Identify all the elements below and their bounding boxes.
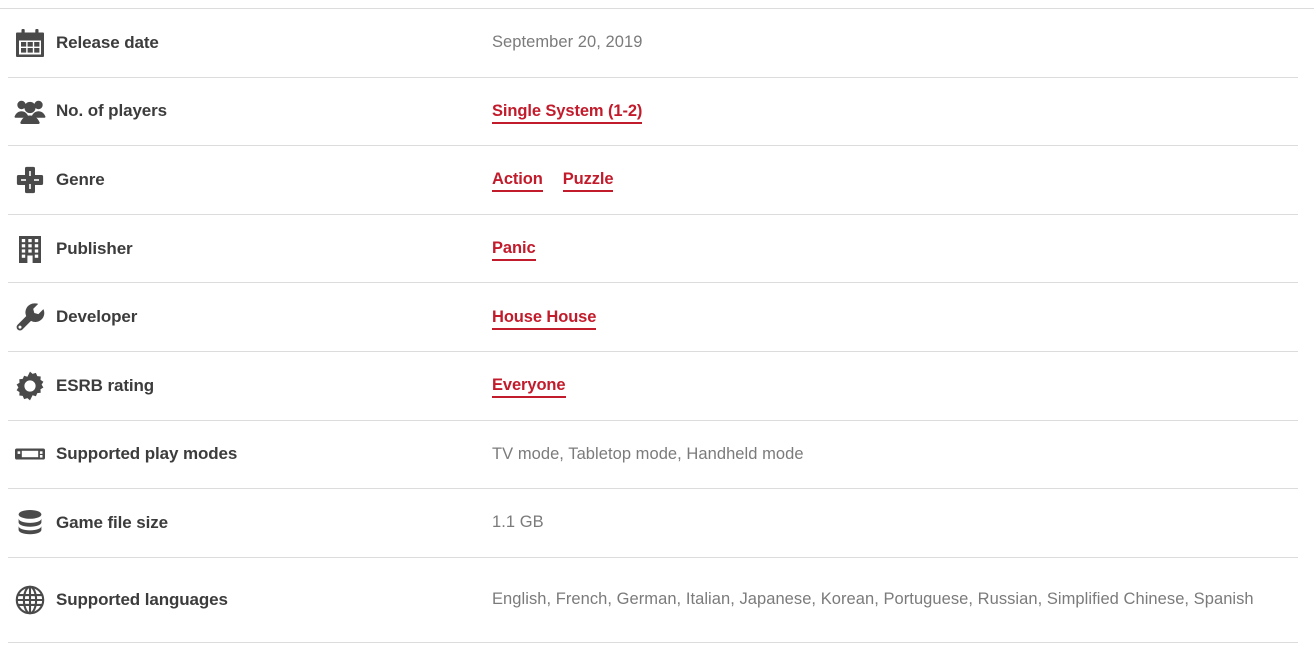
spec-link[interactable]: Action — [492, 170, 543, 193]
spec-value: September 20, 2019 — [492, 33, 643, 52]
spec-value: TV mode, Tabletop mode, Handheld mode — [492, 444, 804, 463]
spec-link[interactable]: Single System (1-2) — [492, 102, 642, 124]
link-list: Everyone — [492, 376, 566, 399]
link-list: Action Puzzle — [492, 170, 614, 193]
spec-link[interactable]: Puzzle — [562, 170, 614, 193]
spec-label: Developer — [56, 307, 138, 327]
game-spec-table: Release date September 20, 2019 No. of p… — [0, 8, 1314, 643]
spec-value: Action Puzzle — [492, 166, 1298, 193]
table-row: Game file size 1.1 GB — [8, 489, 1298, 558]
spec-value: Single System (1-2) — [492, 98, 1298, 125]
table-row: Supported languages English, French, Ger… — [8, 558, 1298, 643]
table-row: Developer House House — [8, 283, 1298, 352]
spec-value: 1.1 GB — [492, 513, 544, 532]
spec-link[interactable]: Panic — [492, 239, 536, 261]
spec-label: Genre — [56, 169, 105, 189]
spec-label: Release date — [56, 32, 159, 52]
table-row: Release date September 20, 2019 — [8, 9, 1298, 78]
gear-icon — [8, 370, 56, 402]
table-row: ESRB rating Everyone — [8, 352, 1298, 421]
handheld-console-icon — [8, 438, 56, 470]
players-group-icon — [8, 95, 56, 127]
spec-label: Supported languages — [56, 589, 228, 609]
spec-label: Supported play modes — [56, 444, 238, 464]
calendar-icon — [8, 27, 56, 59]
link-list: Panic — [492, 239, 536, 261]
dpad-icon — [8, 164, 56, 196]
spec-label: Publisher — [56, 238, 133, 258]
spec-label: Game file size — [56, 512, 168, 532]
spec-value: Panic — [492, 235, 1298, 262]
spec-link[interactable]: House House — [492, 308, 596, 330]
spec-value: Everyone — [492, 372, 1298, 399]
table-row: Supported play modes TV mode, Tabletop m… — [8, 421, 1298, 490]
link-list: Single System (1-2) — [492, 102, 642, 124]
spec-value: House House — [492, 304, 1298, 331]
spec-label: ESRB rating — [56, 375, 155, 395]
link-list: House House — [492, 308, 596, 330]
globe-icon — [8, 584, 56, 616]
database-icon — [8, 507, 56, 539]
building-icon — [8, 233, 56, 265]
table-row: Genre Action Puzzle — [8, 146, 1298, 215]
table-row: Publisher Panic — [8, 215, 1298, 284]
spec-value: English, French, German, Italian, Japane… — [492, 590, 1254, 609]
spec-label: No. of players — [56, 101, 168, 121]
wrench-icon — [8, 301, 56, 333]
table-row: No. of players Single System (1-2) — [8, 78, 1298, 147]
spec-link[interactable]: Everyone — [492, 376, 566, 399]
